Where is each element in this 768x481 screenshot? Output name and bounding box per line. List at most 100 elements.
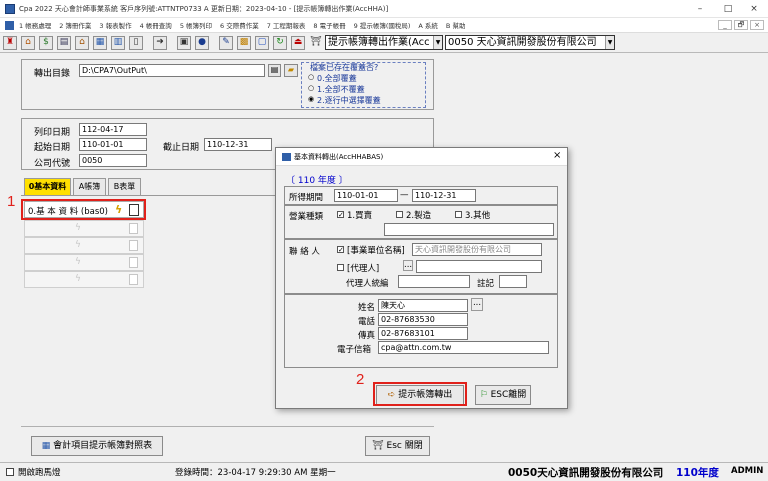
exit-icon[interactable]: ⏏ (291, 35, 305, 50)
minimize-button[interactable]: – (690, 2, 710, 16)
globe-icon[interactable]: ● (195, 35, 209, 50)
mapping-table-label: 會計項目提示帳簿對照表 (53, 441, 153, 451)
grid-icon[interactable]: ▦ (93, 35, 107, 50)
lightning-icon: ϟ (75, 274, 81, 284)
screen-icon[interactable]: ▢ (255, 35, 269, 50)
phone-input[interactable]: 02-87683530 (378, 313, 468, 326)
dialog-close-button[interactable]: × (553, 150, 561, 161)
business-manufacture-checkbox[interactable] (396, 211, 403, 218)
print-date-label: 列印日期 (34, 128, 71, 138)
output-dir-label: 轉出目錄 (34, 69, 71, 79)
image-icon[interactable]: ▩ (237, 35, 251, 50)
esc-leave-button[interactable]: ⚐ ESC離開 (475, 385, 531, 405)
menu-item-1[interactable]: 1 帳務處理 (19, 20, 51, 30)
chart-icon[interactable]: ▥ (111, 35, 125, 50)
close-button[interactable]: × (744, 2, 764, 16)
program-combo[interactable]: 提示帳簿轉出作業(Acc ▼ (325, 35, 443, 50)
running-man-icon: ⚐ (479, 390, 491, 400)
period-separator: — (400, 190, 409, 200)
overwrite-group: 檔案已存在覆蓋否? ○ 0.全部覆蓋 ○ 1.全部不覆蓋 ◉ 2.逐行中選擇覆蓋 (301, 62, 426, 108)
monitor-icon[interactable]: ▣ (177, 35, 191, 50)
company-code-input[interactable]: 0050 (79, 154, 147, 167)
menu-item-4[interactable]: 4 帳冊查詢 (140, 20, 172, 30)
radio-choose-overwrite[interactable]: ◉ (308, 95, 314, 103)
refresh-icon[interactable]: ↻ (273, 35, 287, 50)
folder-icon[interactable]: ▰ (284, 64, 298, 77)
end-date-input[interactable]: 110-12-31 (204, 138, 272, 151)
menu-item-6[interactable]: 6 交際費作業 (220, 20, 259, 30)
menu-item-8[interactable]: 8 電子帳冊 (313, 20, 345, 30)
home-icon[interactable]: ⌂ (21, 35, 35, 50)
business-type-section: 營業種類 ✓ 1.買賣 2.製造 3.其他 (284, 205, 558, 239)
list-item[interactable]: ϟ (24, 220, 144, 237)
list-item[interactable]: ϟ (24, 254, 144, 271)
agent-checkbox[interactable] (337, 264, 344, 271)
browse-icon[interactable]: ▤ (268, 64, 281, 77)
agent-browse-button[interactable]: ... (403, 260, 413, 271)
menu-item-9[interactable]: 9 提示帳簿(國稅局) (354, 20, 411, 30)
print-date-input[interactable]: 112-04-17 (79, 123, 147, 136)
chevron-down-icon[interactable]: ▼ (433, 36, 442, 49)
fax-input[interactable]: 02-87683101 (378, 327, 468, 340)
list-item[interactable]: ϟ (24, 271, 144, 288)
money-icon[interactable]: $ (39, 35, 53, 50)
menu-item-b[interactable]: B 幫助 (446, 20, 466, 30)
mapping-table-button[interactable]: ▦ 會計項目提示帳簿對照表 (31, 436, 163, 456)
dialog-app-icon (282, 153, 291, 161)
business-other-checkbox[interactable] (455, 211, 462, 218)
annotation-number-1: 1 (7, 193, 16, 210)
status-year: 110年度 (676, 467, 719, 479)
contact-section: 聯 絡 人 ✓ [事業單位名稱] 天心資訊開發股份有限公司 [代理人] ... … (284, 239, 558, 294)
door-icon: ⛩ (372, 441, 387, 451)
mdi-close-button[interactable]: × (750, 20, 764, 30)
agent-id-input[interactable] (398, 275, 470, 288)
entity-name-input[interactable]: 天心資訊開發股份有限公司 (412, 243, 542, 256)
maximize-button[interactable]: □ (718, 2, 738, 16)
menu-item-5[interactable]: 5 帳簿列印 (180, 20, 212, 30)
mdi-restore-button[interactable]: 🗗 (734, 20, 748, 30)
period-to-input[interactable]: 110-12-31 (412, 189, 476, 202)
name-input[interactable]: 陳天心 (378, 299, 468, 312)
dialog-title: 基本資料轉出(AccHHABAS) (294, 153, 384, 161)
business-trade-checkbox[interactable]: ✓ (337, 211, 344, 219)
document-icon[interactable]: ▯ (129, 35, 143, 50)
entity-name-checkbox[interactable]: ✓ (337, 246, 344, 254)
tab-ledger[interactable]: A帳簿 (73, 178, 106, 195)
tab-basic[interactable]: 0基本資料 (24, 178, 71, 196)
output-dir-input[interactable]: D:\CPA7\OutPut\ (79, 64, 265, 77)
list-item[interactable]: ϟ (24, 237, 144, 254)
radio-no-overwrite[interactable]: ○ (308, 84, 314, 92)
company-combo[interactable]: 0050 天心資訊開發股份有限公司 ▼ (445, 35, 615, 50)
note-input[interactable] (499, 275, 527, 288)
menu-item-a[interactable]: A 系統 (418, 20, 438, 30)
mdi-minimize-button[interactable]: _ (718, 20, 732, 30)
print-icon[interactable]: ♜ (3, 35, 17, 50)
chevron-down-icon[interactable]: ▼ (605, 36, 614, 49)
tab-forms[interactable]: B表單 (108, 178, 141, 195)
period-from-input[interactable]: 110-01-01 (334, 189, 398, 202)
menu-item-3[interactable]: 3 報表製作 (99, 20, 131, 30)
report-icon[interactable]: ▤ (57, 35, 71, 50)
business-other-input[interactable] (384, 223, 554, 236)
business-manufacture-label: 2.製造 (406, 211, 432, 221)
marquee-label: 開啟跑馬燈 (18, 468, 61, 478)
name-browse-button[interactable]: ... (471, 298, 483, 311)
agent-input[interactable] (416, 260, 542, 273)
fax-label: 傳真 (358, 331, 376, 341)
arrow-icon[interactable]: ➜ (153, 35, 167, 50)
house-icon[interactable]: ⌂ (75, 35, 89, 50)
name-label: 姓名 (358, 303, 376, 313)
menu-item-7[interactable]: 7 工程期報表 (267, 20, 306, 30)
email-input[interactable]: cpa@attn.com.tw (378, 341, 549, 354)
marquee-checkbox[interactable] (6, 468, 14, 476)
menu-bar: 1 帳務處理 2 簿冊作業 3 報表製作 4 帳冊查詢 5 帳簿列印 6 交際費… (0, 18, 768, 33)
start-date-input[interactable]: 110-01-01 (79, 138, 147, 151)
company-combo-value: 0050 天心資訊開發股份有限公司 (448, 37, 597, 48)
esc-close-button[interactable]: ⛩ Esc 關閉 (365, 436, 430, 456)
tools-icon[interactable]: ✎ (219, 35, 233, 50)
esc-door-icon[interactable]: ⛩ (309, 36, 323, 50)
business-trade-label: 1.買賣 (347, 211, 373, 221)
login-time: 登錄時間：23-04-17 9:29:30 AM 星期一 (175, 468, 336, 478)
radio-overwrite-all[interactable]: ○ (308, 73, 314, 81)
menu-item-2[interactable]: 2 簿冊作業 (59, 20, 91, 30)
